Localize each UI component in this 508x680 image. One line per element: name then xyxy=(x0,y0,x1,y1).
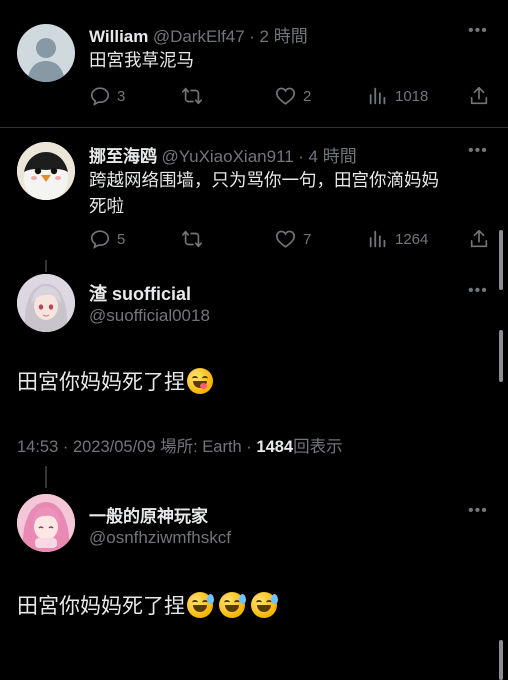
handle[interactable]: @suofficial0018 xyxy=(89,306,210,326)
pink-anime-avatar-icon xyxy=(17,494,75,552)
analytics-icon xyxy=(369,87,386,105)
heart-icon xyxy=(275,230,296,248)
like-count: 2 xyxy=(303,87,312,105)
scrollbar-thumb[interactable] xyxy=(499,640,503,680)
tweet-text: 田宮你妈妈死了捏 xyxy=(17,368,213,397)
retweet-icon xyxy=(182,230,202,248)
like-button[interactable]: 7 xyxy=(274,228,311,250)
share-button[interactable] xyxy=(468,85,490,107)
view-count: 1264 xyxy=(395,230,429,248)
share-icon xyxy=(470,229,488,248)
timestamp[interactable]: · 4 時間 xyxy=(298,147,357,166)
tweet-text: 田宮你妈妈死了捏 xyxy=(17,592,278,621)
timestamp-location[interactable]: 14:53 · 2023/05/09 場所: Earth · xyxy=(17,438,256,456)
share-button[interactable] xyxy=(468,228,490,250)
handle[interactable]: @DarkElf47 xyxy=(153,27,245,46)
tweet-text-line: 死啦 xyxy=(89,196,124,216)
avatar-anime-girl[interactable] xyxy=(17,274,75,332)
tweet-text-line: 跨越网络围墙，只为骂你一句，田宫你滴妈妈 xyxy=(89,170,439,190)
tweet-meta-line: 14:53 · 2023/05/09 場所: Earth · 1484回表示 xyxy=(17,433,343,457)
analytics-icon xyxy=(369,230,386,248)
tweet-text-body: 田宮你妈妈死了捏 xyxy=(17,371,185,394)
reply-button[interactable]: 3 xyxy=(89,85,125,107)
like-count: 7 xyxy=(303,230,312,248)
share-icon xyxy=(470,86,488,105)
tweet-text-body: 田宮你妈妈死了捏 xyxy=(17,595,185,618)
tweet-text: 跨越网络围墙，只为骂你一句，田宫你滴妈妈 死啦 xyxy=(89,167,439,219)
view-count: 1018 xyxy=(395,87,429,105)
views-button[interactable]: 1264 xyxy=(367,228,428,250)
tweet-2-header: 挪至海鸥 @YuXiaoXian911 · 4 時間 xyxy=(89,142,357,167)
handle[interactable]: @osnfhziwmfhskcf xyxy=(89,528,231,548)
more-icon[interactable]: ••• xyxy=(468,282,488,300)
sweat-smile-emoji xyxy=(251,592,278,618)
heart-icon xyxy=(275,87,296,105)
reply-count: 3 xyxy=(117,87,126,105)
display-name[interactable]: William xyxy=(89,27,148,46)
tweet-1[interactable]: William @DarkElf47 · 2 時間 ••• 田宮我草泥马 3 2… xyxy=(0,0,508,127)
main-tweet: 渣 suofficial @suofficial0018 ••• 田宮你妈妈死了… xyxy=(0,270,508,470)
tweet-1-header: William @DarkElf47 · 2 時間 xyxy=(89,22,308,47)
yum-face-emoji xyxy=(187,368,213,394)
reply-icon xyxy=(90,230,110,249)
more-icon[interactable]: ••• xyxy=(468,502,488,520)
anime-avatar-icon xyxy=(17,274,75,332)
reply-tweet[interactable]: 一般的原神玩家 @osnfhziwmfhskcf ••• 田宮你妈妈死了捏 xyxy=(0,490,508,680)
avatar-default-user[interactable] xyxy=(17,24,75,82)
timestamp[interactable]: · 2 時間 xyxy=(249,27,308,46)
retweet-icon xyxy=(182,87,202,105)
reply-count: 5 xyxy=(117,230,126,248)
scrollbar-thumb[interactable] xyxy=(499,230,503,290)
view-label: 回表示 xyxy=(293,438,343,456)
reply-button[interactable]: 5 xyxy=(89,228,125,250)
view-count: 1484 xyxy=(256,438,294,456)
sweat-smile-emoji xyxy=(219,592,246,618)
like-button[interactable]: 2 xyxy=(274,85,311,107)
retweet-button[interactable] xyxy=(180,228,204,250)
tweet-2[interactable]: 挪至海鸥 @YuXiaoXian911 · 4 時間 ••• 跨越网络围墙，只为… xyxy=(0,128,508,260)
display-name[interactable]: 挪至海鸥 xyxy=(89,147,157,166)
display-name[interactable]: 一般的原神玩家 xyxy=(89,502,208,527)
scrollbar-thumb[interactable] xyxy=(499,330,503,382)
retweet-button[interactable] xyxy=(180,85,204,107)
handle[interactable]: @YuXiaoXian911 xyxy=(161,147,293,166)
thread-line xyxy=(45,466,47,488)
views-button[interactable]: 1018 xyxy=(367,85,428,107)
tweet-text: 田宮我草泥马 xyxy=(89,50,194,70)
avatar-penguin[interactable] xyxy=(17,142,75,200)
more-icon[interactable]: ••• xyxy=(468,142,488,160)
more-icon[interactable]: ••• xyxy=(468,22,488,40)
default-avatar-icon xyxy=(27,38,65,82)
reply-icon xyxy=(90,87,110,106)
display-name[interactable]: 渣 suofficial xyxy=(89,280,191,306)
avatar-pink-anime[interactable] xyxy=(17,494,75,552)
penguin-avatar-icon xyxy=(17,142,75,200)
sweat-smile-emoji xyxy=(187,592,214,618)
